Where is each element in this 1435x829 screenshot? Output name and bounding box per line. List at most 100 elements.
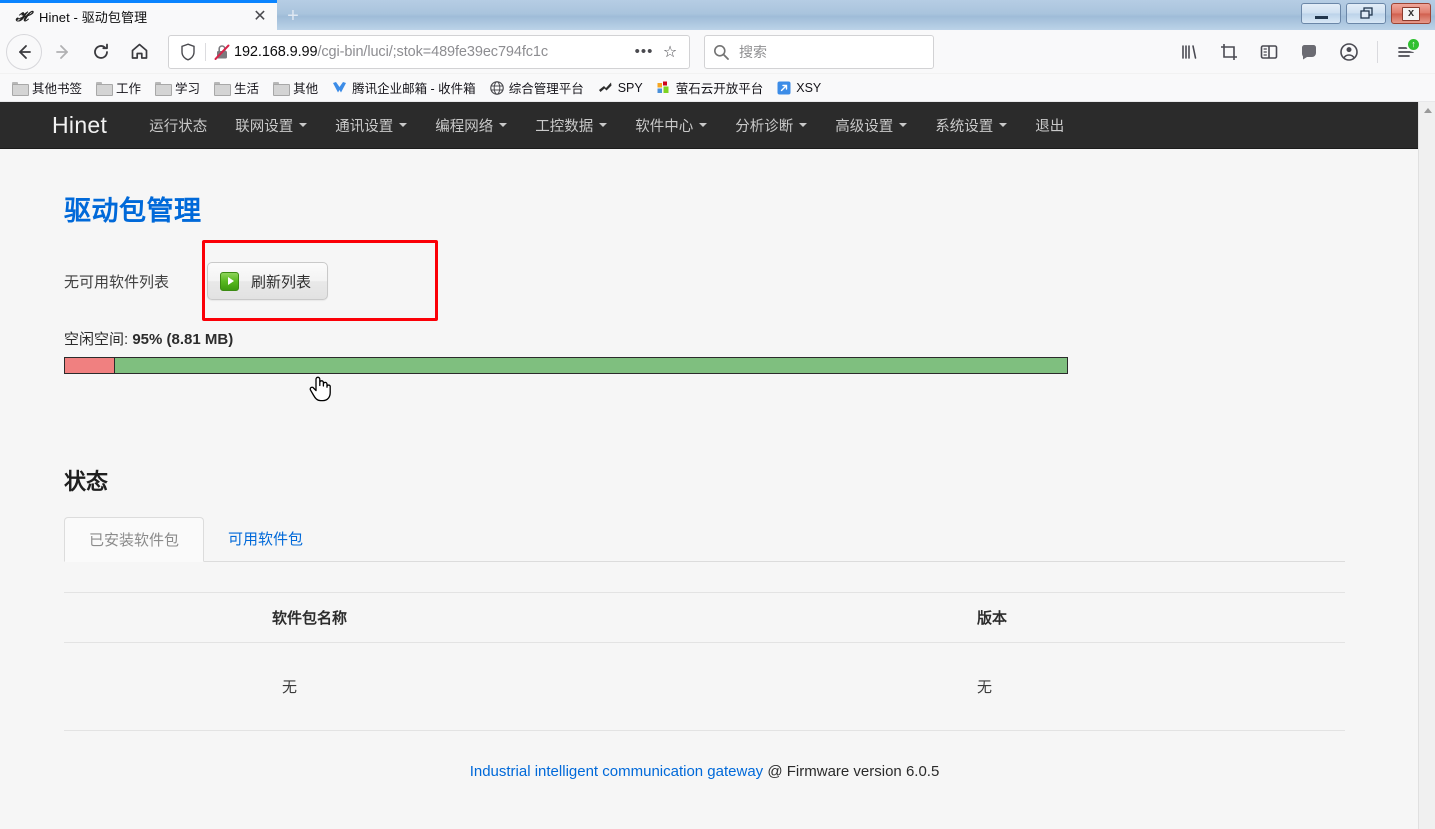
bookmark-label: 生活 [234, 78, 259, 97]
back-button[interactable] [6, 34, 42, 70]
nav-item-programming-network[interactable]: 编程网络 [421, 115, 521, 136]
folder-icon [273, 82, 288, 94]
bookmark-item[interactable]: 工作 [90, 76, 147, 99]
address-bar[interactable]: 192.168.9.99/cgi-bin/luci/;stok=489fe39e… [168, 35, 690, 69]
search-input[interactable] [737, 43, 925, 61]
forward-arrow-icon [54, 43, 72, 61]
tab-available-packages[interactable]: 可用软件包 [204, 517, 327, 562]
close-window-button[interactable]: x [1391, 3, 1431, 24]
table-head: 软件包名称 版本 [64, 593, 1345, 643]
restore-button[interactable] [1346, 3, 1386, 24]
refresh-row: 无可用软件列表 刷新列表 [64, 256, 1354, 306]
refresh-list-button[interactable]: 刷新列表 [207, 262, 328, 300]
progress-used-segment [65, 358, 115, 373]
reload-button[interactable] [82, 35, 120, 69]
chevron-down-icon [299, 123, 307, 127]
forward-button [44, 35, 82, 69]
screenshot-icon[interactable] [1212, 35, 1246, 69]
bookmark-item[interactable]: 腾讯企业邮箱 - 收件箱 [326, 76, 482, 99]
restore-icon [1360, 7, 1373, 20]
bookmark-item[interactable]: XSY [771, 79, 827, 97]
library-icon[interactable] [1172, 35, 1206, 69]
folder-icon [155, 82, 170, 94]
nav-label: 通讯设置 [335, 115, 393, 136]
nav-item-analysis-diagnosis[interactable]: 分析诊断 [721, 115, 821, 136]
bookmark-item[interactable]: 综合管理平台 [484, 76, 590, 99]
bookmark-item[interactable]: 其他 [267, 76, 324, 99]
url-host: 192.168.9.99 [234, 44, 317, 60]
chevron-down-icon [599, 123, 607, 127]
qq-mail-icon [332, 81, 347, 94]
search-bar[interactable] [704, 35, 934, 69]
tab-installed-packages[interactable]: 已安装软件包 [64, 517, 204, 562]
tracking-protection-shield-icon[interactable] [175, 43, 201, 61]
bookmark-star-icon[interactable]: ☆ [657, 42, 683, 62]
back-arrow-icon [15, 43, 33, 61]
window-controls: x [1301, 3, 1431, 24]
nav-item-network-settings[interactable]: 联网设置 [221, 115, 321, 136]
nav-item-logout[interactable]: 退出 [1021, 115, 1078, 136]
nav-item-running-status[interactable]: 运行状态 [135, 115, 221, 136]
bookmark-label: SPY [618, 81, 643, 95]
spy-icon [598, 81, 613, 94]
tab-label: 可用软件包 [228, 531, 303, 548]
toolbar-divider [1377, 41, 1378, 63]
bookmark-item[interactable]: 其他书签 [6, 76, 88, 99]
page-scrollbar[interactable] [1418, 102, 1435, 829]
scrollbar-up-button[interactable] [1419, 102, 1435, 119]
chevron-down-icon [899, 123, 907, 127]
browser-window: 𝓗 Hinet - 驱动包管理 ✕ + x [0, 0, 1435, 829]
bookmark-label: 其他 [293, 78, 318, 97]
nav-item-advanced-settings[interactable]: 高级设置 [821, 115, 921, 136]
pocket-icon[interactable] [1292, 35, 1326, 69]
menu-icon[interactable]: ↑ [1389, 35, 1423, 69]
nav-label: 编程网络 [435, 115, 493, 136]
no-package-list-text: 无可用软件列表 [64, 271, 169, 292]
url-separator [205, 43, 206, 61]
chevron-down-icon [399, 123, 407, 127]
bookmark-item[interactable]: 学习 [149, 76, 206, 99]
bookmark-item[interactable]: 萤石云开放平台 [651, 76, 770, 99]
url-path: /cgi-bin/luci/;stok=489fe39ec794fc1c [317, 44, 548, 60]
bookmark-item[interactable]: SPY [592, 79, 649, 97]
ezviz-icon [657, 81, 671, 94]
nav-item-software-center[interactable]: 软件中心 [621, 115, 721, 136]
insecure-connection-icon[interactable] [210, 43, 234, 61]
new-tab-button[interactable]: + [277, 3, 309, 30]
home-button[interactable] [120, 35, 158, 69]
bookmark-label: XSY [796, 81, 821, 95]
site-brand[interactable]: Hinet [52, 112, 107, 139]
bookmark-item[interactable]: 生活 [208, 76, 265, 99]
close-tab-icon[interactable]: ✕ [251, 8, 269, 26]
cell-version: 无 [977, 643, 1345, 731]
page-actions-icon[interactable]: ••• [631, 43, 657, 60]
bookmark-label: 萤石云开放平台 [676, 78, 764, 97]
play-icon [220, 272, 239, 291]
nav-item-industrial-data[interactable]: 工控数据 [521, 115, 621, 136]
column-header-version: 版本 [977, 593, 1345, 643]
bookmark-label: 其他书签 [32, 78, 82, 97]
sidebar-icon[interactable] [1252, 35, 1286, 69]
minimize-button[interactable] [1301, 3, 1341, 24]
footer-link[interactable]: Industrial intelligent communication gat… [470, 763, 764, 780]
free-space-percent: 95% [132, 331, 162, 348]
nav-label: 系统设置 [935, 115, 993, 136]
page-viewport: Hinet 运行状态 联网设置 通讯设置 编程网络 工控数据 软件中心 [0, 102, 1435, 829]
chevron-down-icon [999, 123, 1007, 127]
folder-icon [12, 82, 27, 94]
chevron-up-icon [1424, 108, 1432, 113]
cell-package-name: 无 [64, 643, 977, 731]
close-window-icon: x [1402, 7, 1420, 21]
nav-item-system-settings[interactable]: 系统设置 [921, 115, 1021, 136]
account-icon[interactable] [1332, 35, 1366, 69]
url-text[interactable]: 192.168.9.99/cgi-bin/luci/;stok=489fe39e… [234, 44, 631, 60]
title-bar: 𝓗 Hinet - 驱动包管理 ✕ + x [0, 0, 1435, 30]
browser-tab[interactable]: 𝓗 Hinet - 驱动包管理 ✕ [0, 3, 277, 30]
nav-label: 退出 [1035, 115, 1064, 136]
nav-label: 联网设置 [235, 115, 293, 136]
folder-icon [96, 82, 111, 94]
nav-label: 高级设置 [835, 115, 893, 136]
search-icon [713, 44, 729, 60]
nav-item-comm-settings[interactable]: 通讯设置 [321, 115, 421, 136]
hinet-favicon: 𝓗 [14, 9, 30, 25]
